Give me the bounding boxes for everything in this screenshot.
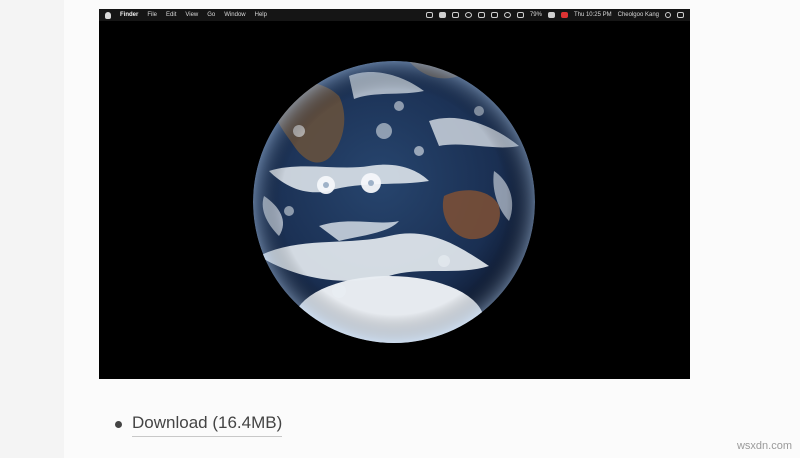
battery-percent[interactable]: 79% [530,9,542,21]
menu-edit[interactable]: Edit [166,9,176,21]
dropbox-icon[interactable] [451,12,459,18]
menu-window[interactable]: Window [224,9,245,21]
wallpaper [99,21,690,379]
menu-view[interactable]: View [185,9,198,21]
menu-go[interactable]: Go [207,9,215,21]
desktop-screenshot: Finder File Edit View Go Window Help 79%… [99,9,690,379]
volume-icon[interactable] [516,12,524,18]
page-margin [0,0,64,458]
battery-icon[interactable] [547,12,555,18]
earth-globe-image [253,61,535,343]
bluetooth-icon[interactable] [490,12,498,18]
time-machine-icon[interactable] [464,12,472,18]
cloud-icon[interactable] [438,12,446,18]
menu-help[interactable]: Help [255,9,267,21]
apple-menu-icon[interactable] [105,11,111,19]
notification-badge-icon[interactable] [560,12,568,18]
mac-menu-bar: Finder File Edit View Go Window Help 79%… [99,9,690,21]
wifi-icon[interactable] [503,12,511,18]
display-icon[interactable] [477,12,485,18]
menu-user[interactable]: Cheolgoo Kang [618,9,659,21]
menu-clock[interactable]: Thu 10:25 PM [574,9,612,21]
menu-app-name[interactable]: Finder [120,9,138,21]
list-bullet [115,421,122,428]
spotlight-icon[interactable] [665,12,671,18]
site-watermark: wsxdn.com [736,440,792,452]
menu-file[interactable]: File [147,9,157,21]
download-link[interactable]: Download (16.4MB) [132,412,283,437]
flag-icon[interactable] [425,12,433,18]
notification-center-icon[interactable] [677,12,684,18]
